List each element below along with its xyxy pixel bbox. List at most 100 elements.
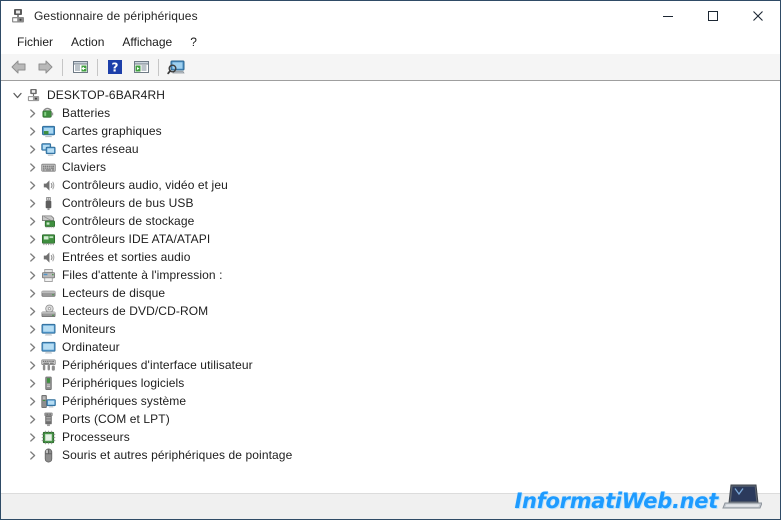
tree-node-print-queues[interactable]: Files d'attente à l'impression : bbox=[1, 266, 780, 284]
chevron-right-icon[interactable] bbox=[25, 248, 40, 266]
tree-node-label: Périphériques système bbox=[62, 394, 187, 408]
chevron-right-icon[interactable] bbox=[25, 320, 40, 338]
chevron-down-icon[interactable] bbox=[10, 86, 25, 104]
close-button[interactable] bbox=[735, 1, 780, 31]
toolbar-separator-2 bbox=[97, 58, 98, 76]
chevron-right-icon[interactable] bbox=[25, 356, 40, 374]
chevron-right-icon[interactable] bbox=[25, 446, 40, 464]
chevron-right-icon[interactable] bbox=[25, 392, 40, 410]
tree-node-label: Contrôleurs de bus USB bbox=[62, 196, 194, 210]
mouse-icon bbox=[40, 447, 56, 463]
tree-node-display-adapters[interactable]: Cartes graphiques bbox=[1, 122, 780, 140]
tree-node-processors[interactable]: Processeurs bbox=[1, 428, 780, 446]
svg-text:?: ? bbox=[112, 60, 119, 74]
tree-node-disk-drives[interactable]: Lecteurs de disque bbox=[1, 284, 780, 302]
display-adapter-icon bbox=[40, 123, 56, 139]
chevron-right-icon[interactable] bbox=[25, 158, 40, 176]
tree-node-usb-controllers[interactable]: Contrôleurs de bus USB bbox=[1, 194, 780, 212]
tree-node-dvd-cdrom-drives[interactable]: Lecteurs de DVD/CD-ROM bbox=[1, 302, 780, 320]
chevron-right-icon[interactable] bbox=[25, 428, 40, 446]
tree-node-label: Moniteurs bbox=[62, 322, 116, 336]
port-icon bbox=[40, 411, 56, 427]
printer-icon bbox=[40, 267, 56, 283]
forward-arrow-icon bbox=[38, 60, 53, 74]
title-bar[interactable]: Gestionnaire de périphériques bbox=[1, 1, 780, 31]
tree-node-audio-inputs-outputs[interactable]: Entrées et sorties audio bbox=[1, 248, 780, 266]
menu-bar: Fichier Action Affichage ? bbox=[1, 31, 780, 54]
tree-node-storage-controllers[interactable]: Contrôleurs de stockage bbox=[1, 212, 780, 230]
chevron-right-icon[interactable] bbox=[25, 302, 40, 320]
monitor-icon bbox=[40, 321, 56, 337]
chevron-right-icon[interactable] bbox=[25, 338, 40, 356]
tree-node-audio-video-game-controllers[interactable]: Contrôleurs audio, vidéo et jeu bbox=[1, 176, 780, 194]
tree-node-keyboards[interactable]: Claviers bbox=[1, 158, 780, 176]
storage-controller-icon bbox=[40, 213, 56, 229]
scan-hardware-changes-button[interactable] bbox=[163, 55, 189, 79]
menu-item-fichier[interactable]: Fichier bbox=[8, 33, 62, 52]
tree-node-label: Lecteurs de disque bbox=[62, 286, 166, 300]
keyboard-icon bbox=[40, 159, 56, 175]
chevron-right-icon[interactable] bbox=[25, 410, 40, 428]
chevron-right-icon[interactable] bbox=[25, 176, 40, 194]
help-button[interactable]: ? bbox=[102, 55, 128, 79]
menu-item-affichage[interactable]: Affichage bbox=[113, 33, 181, 52]
tree-node-ide-ata-atapi-controllers[interactable]: Contrôleurs IDE ATA/ATAPI bbox=[1, 230, 780, 248]
tree-node-batteries[interactable]: Batteries bbox=[1, 104, 780, 122]
tree-node-label: Lecteurs de DVD/CD-ROM bbox=[62, 304, 209, 318]
tree-node-system-devices[interactable]: Périphériques système bbox=[1, 392, 780, 410]
tree-root-node[interactable]: DESKTOP-6BAR4RH bbox=[1, 86, 780, 104]
device-tree[interactable]: DESKTOP-6BAR4RH Batteries Cartes graphiq… bbox=[1, 81, 780, 493]
tree-node-label: Périphériques d'interface utilisateur bbox=[62, 358, 253, 372]
hid-icon bbox=[40, 357, 56, 373]
tree-node-label: Ordinateur bbox=[62, 340, 120, 354]
tree-node-label: Batteries bbox=[62, 106, 111, 120]
device-manager-icon bbox=[10, 8, 26, 24]
update-driver-button[interactable] bbox=[128, 55, 154, 79]
usb-icon bbox=[40, 195, 56, 211]
maximize-button[interactable] bbox=[690, 1, 735, 31]
tree-node-label: Contrôleurs audio, vidéo et jeu bbox=[62, 178, 228, 192]
tree-node-human-interface-devices[interactable]: Périphériques d'interface utilisateur bbox=[1, 356, 780, 374]
back-arrow-icon bbox=[11, 60, 26, 74]
window-title: Gestionnaire de périphériques bbox=[34, 9, 198, 23]
tree-node-label: Files d'attente à l'impression : bbox=[62, 268, 223, 282]
processor-icon bbox=[40, 429, 56, 445]
chevron-right-icon[interactable] bbox=[25, 266, 40, 284]
tree-node-mice-pointing-devices[interactable]: Souris et autres périphériques de pointa… bbox=[1, 446, 780, 464]
tree-node-network-adapters[interactable]: Cartes réseau bbox=[1, 140, 780, 158]
back-button[interactable] bbox=[6, 55, 32, 79]
disk-drive-icon bbox=[40, 285, 56, 301]
menu-item-help[interactable]: ? bbox=[181, 33, 206, 52]
chevron-right-icon[interactable] bbox=[25, 140, 40, 158]
forward-button[interactable] bbox=[32, 55, 58, 79]
computer-root-icon bbox=[25, 87, 41, 103]
chevron-right-icon[interactable] bbox=[25, 374, 40, 392]
speaker-icon bbox=[40, 249, 56, 265]
chevron-right-icon[interactable] bbox=[25, 212, 40, 230]
toolbar: ? bbox=[1, 54, 780, 81]
menu-item-action[interactable]: Action bbox=[62, 33, 113, 52]
chevron-right-icon[interactable] bbox=[25, 194, 40, 212]
tree-node-label: Souris et autres périphériques de pointa… bbox=[62, 448, 293, 462]
system-device-icon bbox=[40, 393, 56, 409]
tree-node-computer[interactable]: Ordinateur bbox=[1, 338, 780, 356]
update-driver-icon bbox=[133, 61, 149, 73]
battery-icon bbox=[40, 105, 56, 121]
tree-node-monitors[interactable]: Moniteurs bbox=[1, 320, 780, 338]
software-device-icon bbox=[40, 375, 56, 391]
properties-button[interactable] bbox=[67, 55, 93, 79]
scan-hardware-icon bbox=[166, 60, 185, 75]
tree-node-software-devices[interactable]: Périphériques logiciels bbox=[1, 374, 780, 392]
ide-controller-icon bbox=[40, 231, 56, 247]
chevron-right-icon[interactable] bbox=[25, 104, 40, 122]
tree-node-label: Entrées et sorties audio bbox=[62, 250, 191, 264]
chevron-right-icon[interactable] bbox=[25, 122, 40, 140]
toolbar-separator-1 bbox=[62, 58, 63, 76]
toolbar-separator-3 bbox=[158, 58, 159, 76]
chevron-right-icon[interactable] bbox=[25, 230, 40, 248]
minimize-button[interactable] bbox=[645, 1, 690, 31]
tree-node-label: Cartes graphiques bbox=[62, 124, 162, 138]
chevron-right-icon[interactable] bbox=[25, 284, 40, 302]
tree-node-ports[interactable]: Ports (COM et LPT) bbox=[1, 410, 780, 428]
window-controls bbox=[645, 1, 780, 31]
